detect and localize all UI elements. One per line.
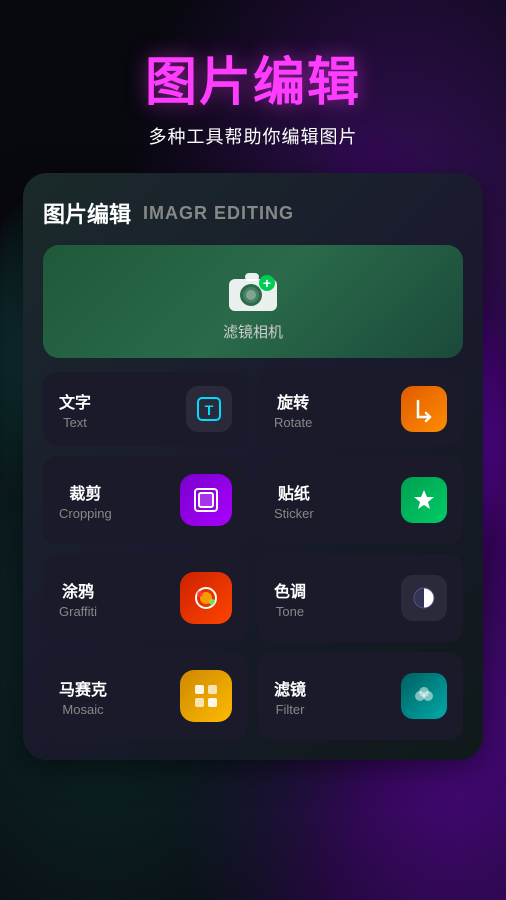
tools-grid: 文字 Text T 旋转 Rotate (43, 372, 463, 740)
tone-icon (401, 575, 447, 621)
camera-label: 滤镜相机 (223, 321, 283, 342)
card-title-en: IMAGR EDITING (143, 203, 294, 224)
sub-title: 多种工具帮助你编辑图片 (149, 123, 358, 149)
tool-crop-cn: 裁剪 (59, 480, 112, 504)
tool-text-en: Text (59, 415, 91, 430)
tool-rotate-en: Rotate (274, 415, 312, 430)
filter-icon (401, 673, 447, 719)
text-icon: T (186, 386, 232, 432)
tool-crop-labels: 裁剪 Cropping (59, 480, 112, 521)
tool-text-labels: 文字 Text (59, 389, 91, 430)
rotate-icon (401, 386, 447, 432)
graffiti-icon (180, 572, 232, 624)
tool-sticker-labels: 贴纸 Sticker (274, 480, 314, 521)
tool-tone-cn: 色调 (274, 578, 306, 602)
tool-filter-cn: 滤镜 (274, 676, 306, 700)
mosaic-icon (180, 670, 232, 722)
tool-sticker-cn: 贴纸 (274, 480, 314, 504)
tool-text[interactable]: 文字 Text T (43, 372, 248, 446)
svg-text:+: + (263, 275, 271, 291)
tool-crop[interactable]: 裁剪 Cropping (43, 456, 248, 544)
tool-tone[interactable]: 色调 Tone (258, 554, 463, 642)
tool-rotate-labels: 旋转 Rotate (274, 389, 312, 430)
tool-crop-en: Cropping (59, 506, 112, 521)
card-title-cn: 图片编辑 (43, 197, 131, 229)
tool-sticker[interactable]: 贴纸 Sticker (258, 456, 463, 544)
tool-filter-labels: 滤镜 Filter (274, 676, 306, 717)
tool-filter[interactable]: 滤镜 Filter (258, 652, 463, 740)
tool-mosaic-labels: 马赛克 Mosaic (59, 676, 107, 717)
crop-icon (180, 474, 232, 526)
camera-filter-button[interactable]: + 滤镜相机 (43, 245, 463, 358)
tool-graffiti-cn: 涂鸦 (59, 578, 97, 602)
tool-graffiti[interactable]: 涂鸦 Graffiti (43, 554, 248, 642)
tool-mosaic-en: Mosaic (59, 702, 107, 717)
tool-rotate[interactable]: 旋转 Rotate (258, 372, 463, 446)
camera-icon: + (227, 269, 279, 313)
tool-mosaic-cn: 马赛克 (59, 676, 107, 700)
tool-sticker-en: Sticker (274, 506, 314, 521)
tool-graffiti-labels: 涂鸦 Graffiti (59, 578, 97, 619)
tool-tone-en: Tone (274, 604, 306, 619)
svg-text:T: T (205, 402, 214, 418)
tool-rotate-cn: 旋转 (274, 389, 312, 413)
tool-text-cn: 文字 (59, 389, 91, 413)
sticker-icon (401, 477, 447, 523)
tool-filter-en: Filter (274, 702, 306, 717)
main-card: 图片编辑 IMAGR EDITING + 滤镜相机 (23, 173, 483, 760)
tool-mosaic[interactable]: 马赛克 Mosaic (43, 652, 248, 740)
card-header: 图片编辑 IMAGR EDITING (43, 197, 463, 229)
page-content: 图片编辑 多种工具帮助你编辑图片 图片编辑 IMAGR EDITING (0, 0, 506, 780)
tool-graffiti-en: Graffiti (59, 604, 97, 619)
tool-tone-labels: 色调 Tone (274, 578, 306, 619)
main-title: 图片编辑 (145, 40, 361, 115)
